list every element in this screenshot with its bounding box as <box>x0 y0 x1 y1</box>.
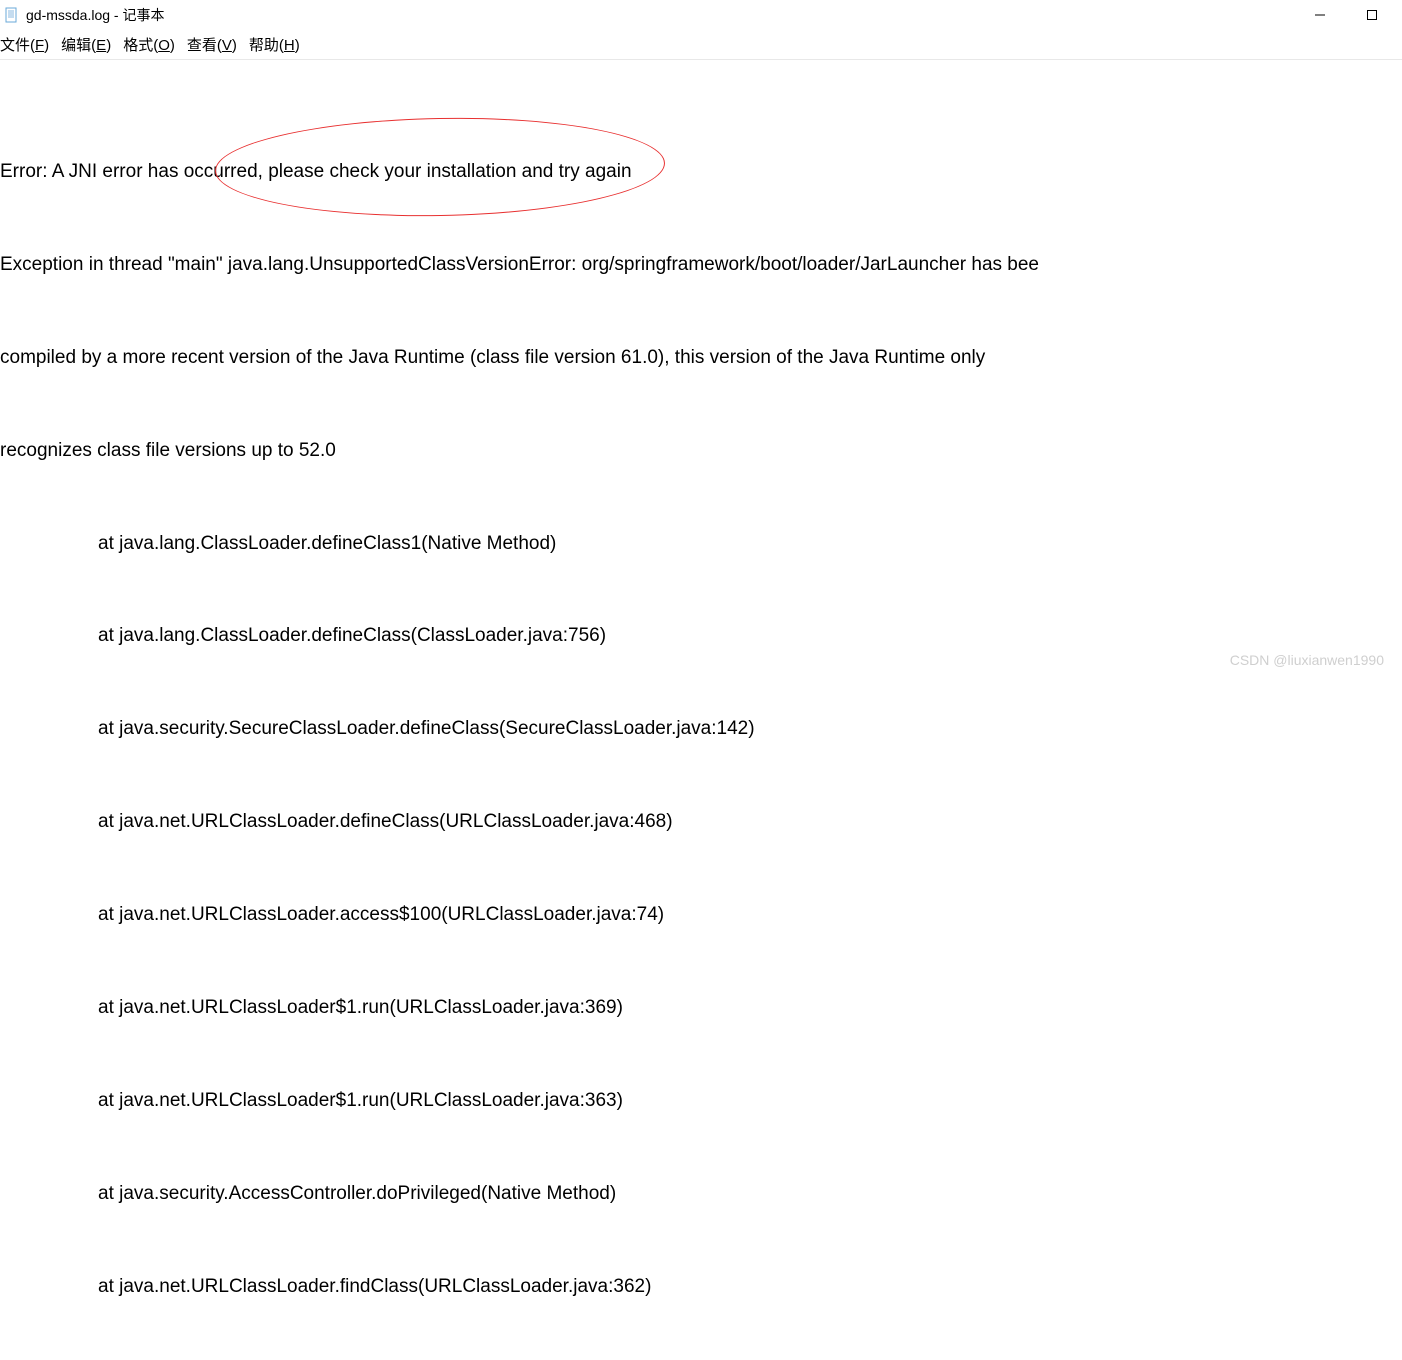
log-line: Error: A JNI error has occurred, please … <box>0 157 1402 188</box>
stack-line: at java.net.URLClassLoader.findClass(URL… <box>0 1272 1402 1303</box>
minimize-button[interactable] <box>1306 5 1334 25</box>
window-title: gd-mssda.log - 记事本 <box>26 5 1306 25</box>
log-line: recognizes class file versions up to 52.… <box>0 436 1402 467</box>
menu-edit[interactable]: 编辑(E) <box>61 34 111 55</box>
menu-file[interactable]: 文件(F) <box>0 34 49 55</box>
menu-format[interactable]: 格式(O) <box>123 34 175 55</box>
menu-help[interactable]: 帮助(H) <box>249 34 300 55</box>
log-line: compiled by a more recent version of the… <box>0 343 1402 374</box>
stack-line: at java.net.URLClassLoader.access$100(UR… <box>0 900 1402 931</box>
stack-line: at java.net.URLClassLoader.defineClass(U… <box>0 807 1402 838</box>
stack-line: at java.net.URLClassLoader$1.run(URLClas… <box>0 993 1402 1024</box>
menubar: 文件(F) 编辑(E) 格式(O) 查看(V) 帮助(H) <box>0 30 1402 60</box>
log-line: Exception in thread "main" java.lang.Uns… <box>0 250 1402 281</box>
text-content[interactable]: Error: A JNI error has occurred, please … <box>0 60 1402 1360</box>
stack-line: at java.security.SecureClassLoader.defin… <box>0 714 1402 745</box>
watermark: CSDN @liuxianwen1990 <box>1230 652 1384 668</box>
stack-line: at java.lang.ClassLoader.defineClass(Cla… <box>0 621 1402 652</box>
titlebar: gd-mssda.log - 记事本 <box>0 0 1402 30</box>
maximize-button[interactable] <box>1358 5 1386 25</box>
stack-line: at java.lang.ClassLoader.defineClass1(Na… <box>0 529 1402 560</box>
stack-line: at java.net.URLClassLoader$1.run(URLClas… <box>0 1086 1402 1117</box>
window-controls <box>1306 5 1398 25</box>
menu-view[interactable]: 查看(V) <box>187 34 237 55</box>
stack-line: at java.security.AccessController.doPriv… <box>0 1179 1402 1210</box>
notepad-icon <box>4 7 20 23</box>
